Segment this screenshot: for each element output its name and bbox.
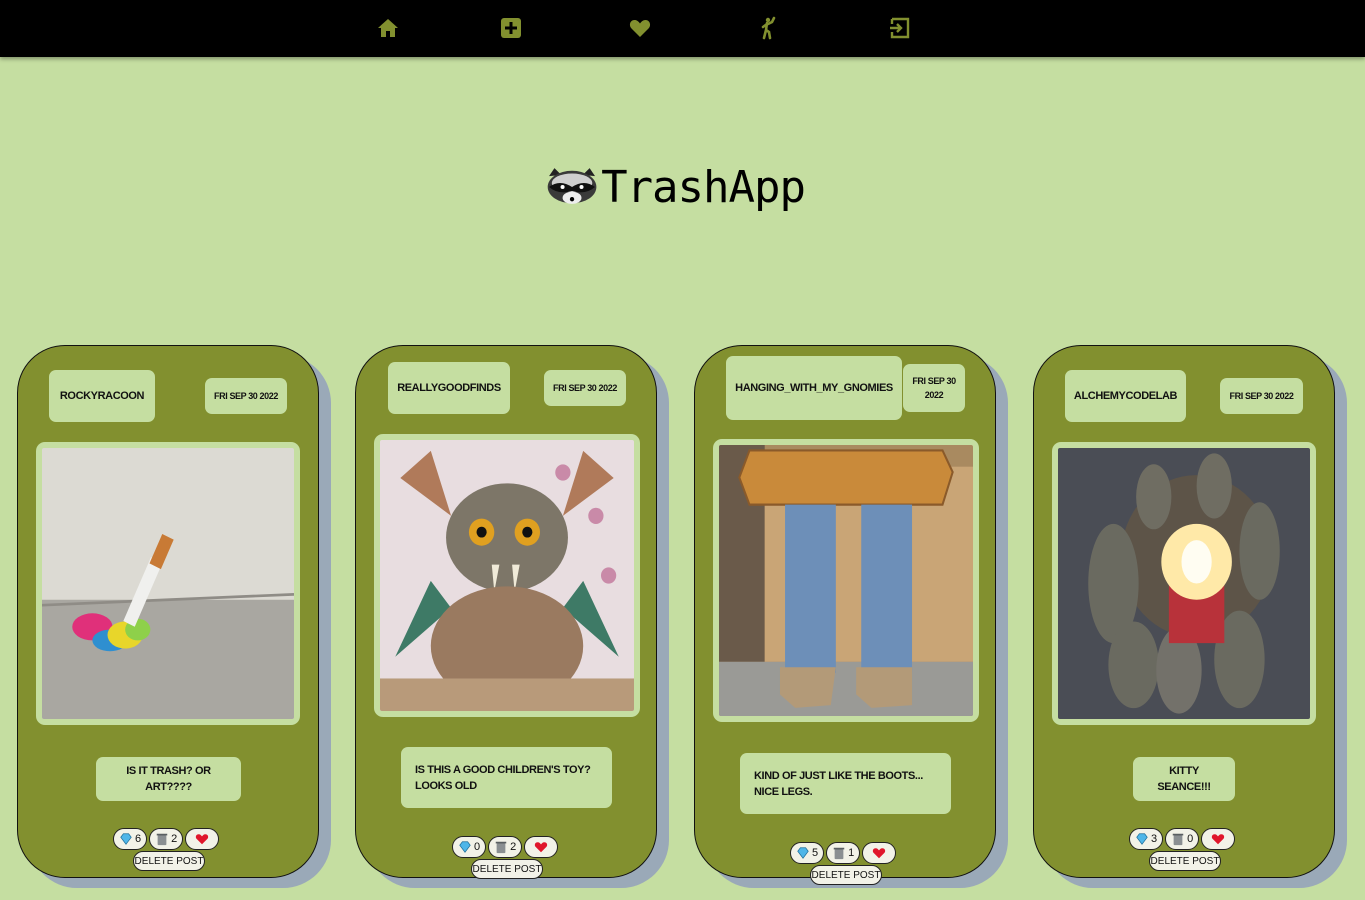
post-image[interactable] — [380, 440, 634, 711]
nav-home-button[interactable] — [374, 14, 402, 42]
heart-icon — [535, 842, 548, 853]
app-logo: TrashApp — [545, 156, 806, 218]
trash-count: 0 — [1187, 833, 1194, 845]
post-caption: KITTY SEANCE!!! — [1133, 757, 1235, 801]
logout-icon — [890, 17, 910, 39]
nav-profile-button[interactable] — [756, 14, 784, 42]
heart-icon — [1212, 834, 1225, 845]
top-nav-bar — [0, 0, 1365, 57]
gem-button[interactable]: 3 — [1129, 828, 1164, 850]
post-username[interactable]: ROCKYRACOON — [49, 370, 155, 422]
raccoon-icon — [547, 168, 597, 204]
like-button[interactable] — [185, 828, 220, 850]
trash-can-icon — [1172, 833, 1184, 846]
delete-post-button[interactable]: DELETE POST — [133, 851, 205, 871]
post-date: FRI SEP 30 2022 — [903, 364, 965, 412]
gem-count: 3 — [1151, 833, 1158, 845]
gem-button[interactable]: 6 — [113, 828, 148, 850]
trash-can-icon — [833, 847, 845, 860]
heart-icon — [196, 834, 209, 845]
post-actions: 3 0 — [1129, 828, 1236, 850]
gem-icon — [120, 833, 132, 845]
trash-count: 1 — [848, 847, 855, 859]
gem-icon — [459, 841, 471, 853]
delete-post-button[interactable]: DELETE POST — [471, 859, 543, 879]
post-image[interactable] — [719, 445, 973, 716]
post-card: HANGING_WITH_MY_GNOMIES FRI SEP 30 2022 … — [694, 345, 996, 885]
post-actions: 6 2 — [113, 828, 220, 850]
like-button[interactable] — [524, 836, 559, 858]
post-date: FRI SEP 30 2022 — [544, 370, 626, 406]
post-username[interactable]: REALLYGOODFINDS — [388, 362, 510, 414]
trash-count: 2 — [510, 841, 517, 853]
post-username[interactable]: ALCHEMYCODELAB — [1065, 370, 1186, 422]
post-card: ROCKYRACOON FRI SEP 30 2022 IS IT TRASH?… — [17, 345, 319, 878]
gem-button[interactable]: 0 — [452, 836, 487, 858]
trash-can-icon — [495, 841, 507, 854]
trash-button[interactable]: 2 — [149, 828, 184, 850]
heart-icon — [629, 20, 651, 37]
delete-post-button[interactable]: DELETE POST — [1149, 851, 1221, 871]
gem-count: 0 — [474, 841, 481, 853]
post-image-frame — [374, 434, 640, 717]
trash-button[interactable]: 1 — [826, 842, 861, 864]
trash-button[interactable]: 2 — [488, 836, 523, 858]
post-image-frame — [713, 439, 979, 722]
post-image-frame — [1052, 442, 1316, 725]
gem-icon — [1136, 833, 1148, 845]
gem-count: 6 — [135, 833, 142, 845]
trash-count: 2 — [171, 833, 178, 845]
app-name: TrashApp — [601, 161, 806, 213]
post-card: ALCHEMYCODELAB FRI SEP 30 2022 KITTY SEA… — [1033, 345, 1335, 878]
post-image[interactable] — [42, 448, 294, 719]
gem-icon — [797, 847, 809, 859]
post-date: FRI SEP 30 2022 — [205, 378, 287, 414]
post-caption: IS THIS A GOOD CHILDREN'S TOY? LOOKS OLD — [401, 747, 612, 808]
post-caption: IS IT TRASH? OR ART???? — [96, 757, 241, 801]
nav-add-post-button[interactable] — [497, 14, 525, 42]
post-date: FRI SEP 30 2022 — [1220, 378, 1303, 414]
plus-square-icon — [501, 18, 521, 38]
like-button[interactable] — [862, 842, 897, 864]
trash-can-icon — [156, 833, 168, 846]
post-actions: 0 2 — [452, 836, 559, 858]
person-waving-icon — [761, 16, 776, 40]
nav-logout-button[interactable] — [886, 14, 914, 42]
home-icon — [378, 19, 398, 37]
trash-button[interactable]: 0 — [1165, 828, 1200, 850]
post-card: REALLYGOODFINDS FRI SEP 30 2022 IS THIS … — [355, 345, 657, 879]
post-caption: KIND OF JUST LIKE THE BOOTS... NICE LEGS… — [740, 753, 951, 814]
post-image[interactable] — [1058, 448, 1310, 719]
gem-count: 5 — [812, 847, 819, 859]
heart-icon — [873, 848, 886, 859]
delete-post-button[interactable]: DELETE POST — [810, 865, 882, 885]
post-image-frame — [36, 442, 300, 725]
post-actions: 5 1 — [790, 842, 897, 864]
gem-button[interactable]: 5 — [790, 842, 825, 864]
post-username[interactable]: HANGING_WITH_MY_GNOMIES — [726, 356, 902, 420]
nav-favorites-button[interactable] — [626, 14, 654, 42]
like-button[interactable] — [1201, 828, 1236, 850]
